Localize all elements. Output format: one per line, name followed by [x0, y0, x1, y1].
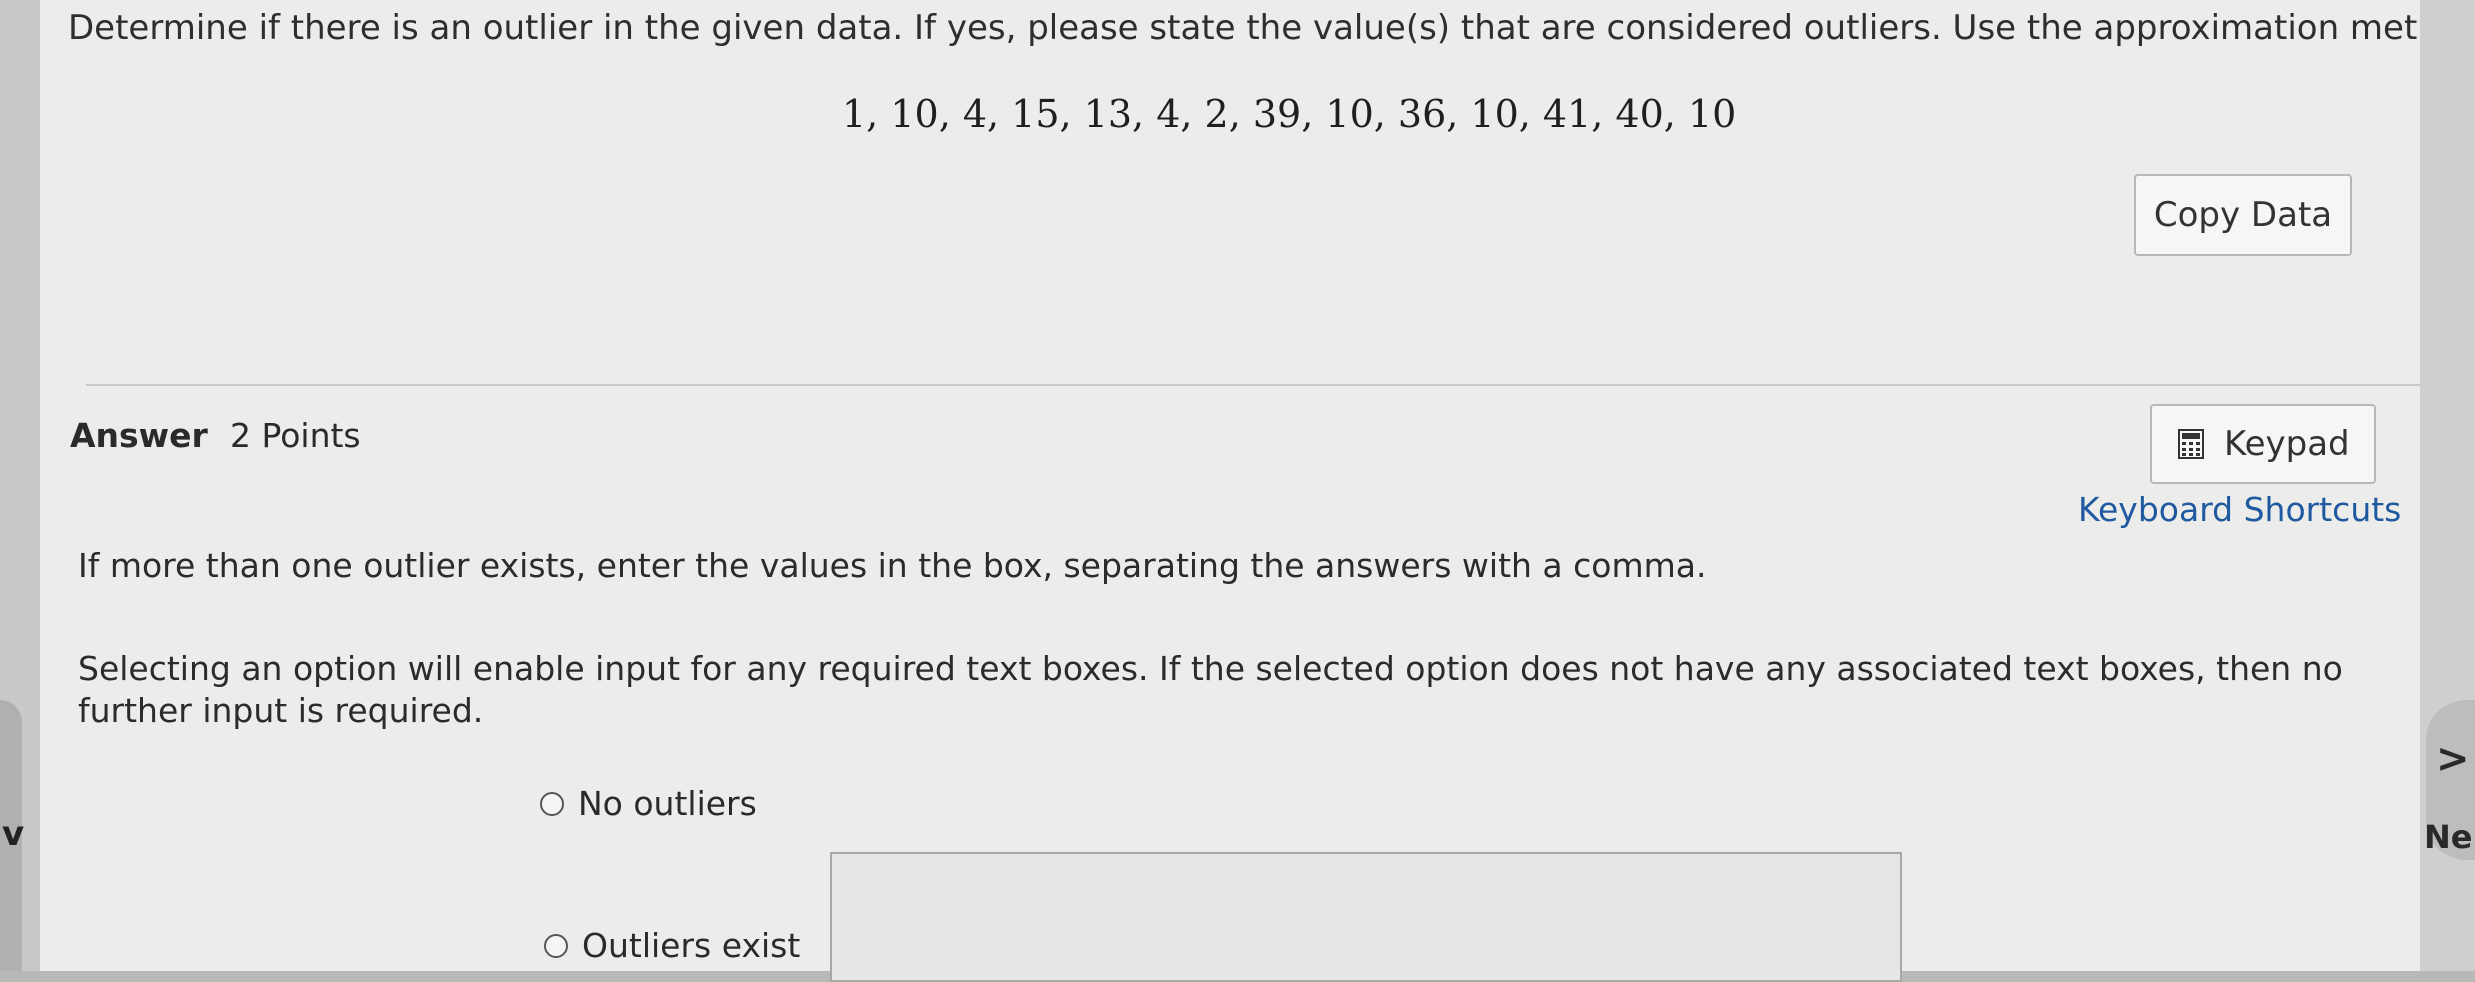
- previous-chevron-icon[interactable]: v: [2, 814, 24, 854]
- points-label: 2 Points: [230, 416, 361, 455]
- option-outliers-exist-label: Outliers exist: [582, 926, 801, 965]
- next-chevron-icon[interactable]: >: [2436, 736, 2470, 782]
- question-panel: Determine if there is an outlier in the …: [40, 0, 2475, 982]
- keyboard-shortcuts-link[interactable]: Keyboard Shortcuts: [2078, 490, 2401, 529]
- outliers-input[interactable]: [830, 852, 1902, 982]
- option-no-outliers[interactable]: No outliers: [540, 784, 757, 823]
- copy-data-button[interactable]: Copy Data: [2134, 174, 2352, 256]
- option-no-outliers-label: No outliers: [578, 784, 757, 823]
- radio-outliers-exist[interactable]: [544, 933, 568, 958]
- data-values: 1, 10, 4, 15, 13, 4, 2, 39, 10, 36, 10, …: [842, 92, 1737, 136]
- answer-heading: Answer: [70, 416, 208, 455]
- radio-no-outliers[interactable]: [540, 791, 564, 816]
- next-label[interactable]: Ne: [2424, 818, 2472, 856]
- keypad-label: Keypad: [2224, 424, 2350, 464]
- keypad-button[interactable]: Keypad: [2150, 404, 2376, 484]
- option-instruction: Selecting an option will enable input fo…: [78, 649, 2343, 730]
- question-prompt: Determine if there is an outlier in the …: [68, 8, 2475, 48]
- section-divider: [86, 384, 2450, 386]
- option-outliers-exist[interactable]: Outliers exist: [544, 926, 800, 965]
- calculator-icon: [2178, 429, 2204, 459]
- multiple-outliers-instruction: If more than one outlier exists, enter t…: [78, 546, 1707, 585]
